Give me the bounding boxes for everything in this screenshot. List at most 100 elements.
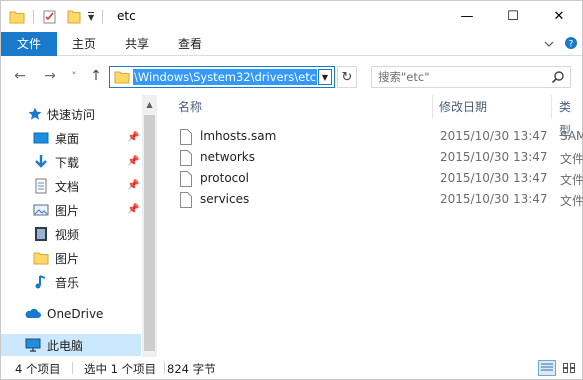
title-bar: ▼ etc — ☐ ✕ xyxy=(1,1,582,32)
folder-icon[interactable] xyxy=(9,10,25,24)
address-bar[interactable]: \Windows\System32\drivers\etc ▼ xyxy=(109,66,335,88)
file-date: 2015/10/30 13:47 xyxy=(440,192,548,206)
details-view-button[interactable] xyxy=(538,360,556,376)
nav-label: 图片 xyxy=(55,251,80,266)
file-name: protocol xyxy=(200,171,249,185)
navigation-bar: ← → ˅ ↑ \Windows\System32\drivers\etc ▼ … xyxy=(1,57,582,95)
close-button[interactable]: ✕ xyxy=(536,1,582,32)
file-row[interactable]: services 2015/10/30 13:47 文件 xyxy=(172,190,583,211)
status-divider xyxy=(72,362,73,374)
pin-icon: 📌 xyxy=(127,156,140,167)
file-date: 2015/10/30 13:47 xyxy=(440,129,548,143)
column-divider[interactable] xyxy=(432,95,433,119)
file-icon xyxy=(180,192,192,208)
properties-icon[interactable] xyxy=(42,9,58,25)
minimize-button[interactable]: — xyxy=(444,1,490,32)
column-header-name[interactable]: 名称 xyxy=(178,95,202,119)
nav-item-downloads[interactable]: 下载 📌 xyxy=(1,151,141,173)
navigation-pane: 快速访问 桌面 📌 下载 📌 文档 📌 图片 📌 视频 图片 音乐 OneDri… xyxy=(1,95,157,357)
nav-label: 下载 xyxy=(55,155,80,170)
pin-icon: 📌 xyxy=(127,180,140,191)
file-list: 名称 修改日期 类型 lmhosts.sam 2015/10/30 13:47 … xyxy=(158,95,583,357)
nav-item-music[interactable]: 音乐 xyxy=(1,271,141,293)
qat-divider xyxy=(33,10,34,24)
file-icon xyxy=(180,150,192,166)
nav-label: 此电脑 xyxy=(47,338,84,353)
window-title: etc xyxy=(117,9,136,23)
nav-item-pictures[interactable]: 图片 📌 xyxy=(1,199,141,221)
forward-button[interactable]: → xyxy=(41,67,59,85)
scroll-up-icon[interactable]: ▲ xyxy=(142,97,157,112)
back-button[interactable]: ← xyxy=(11,67,29,85)
tab-share[interactable]: 共享 xyxy=(111,32,163,56)
explorer-window: ▼ etc — ☐ ✕ 文件 主页 共享 查看 ? ← → ˅ ↑ \Windo… xyxy=(0,0,583,380)
tab-file[interactable]: 文件 xyxy=(1,32,57,56)
details-view-icon xyxy=(541,363,553,371)
search-box[interactable] xyxy=(371,66,571,88)
nav-item-quick-access[interactable]: 快速访问 xyxy=(1,103,141,125)
help-icon[interactable]: ? xyxy=(564,36,578,50)
pin-icon: 📌 xyxy=(127,132,140,143)
tab-home[interactable]: 主页 xyxy=(58,32,110,56)
picture-icon xyxy=(33,204,49,216)
nav-label: 音乐 xyxy=(55,275,80,290)
status-divider xyxy=(164,362,165,374)
search-input[interactable] xyxy=(378,69,543,85)
cloud-icon xyxy=(25,308,41,318)
quick-access-toolbar: ▼ xyxy=(9,7,104,27)
nav-item-videos[interactable]: 视频 xyxy=(1,223,141,245)
nav-item-desktop[interactable]: 桌面 📌 xyxy=(1,127,141,149)
column-header-type[interactable]: 类型 xyxy=(559,95,582,138)
folder-icon xyxy=(33,252,49,265)
document-icon xyxy=(35,178,47,194)
nav-label: 文档 xyxy=(55,179,80,194)
recent-locations-button[interactable]: ˅ xyxy=(65,67,83,85)
new-folder-icon[interactable] xyxy=(66,9,82,25)
svg-text:?: ? xyxy=(569,40,574,50)
nav-item-onedrive[interactable]: OneDrive xyxy=(1,303,141,325)
file-row[interactable]: lmhosts.sam 2015/10/30 13:47 SAM xyxy=(172,127,583,148)
maximize-button[interactable]: ☐ xyxy=(490,1,536,32)
file-icon xyxy=(180,171,192,187)
column-divider[interactable] xyxy=(551,95,552,119)
nav-label: 图片 xyxy=(55,203,80,218)
refresh-button[interactable]: ↻ xyxy=(337,66,357,88)
file-type: 文件 xyxy=(560,173,583,187)
file-name: lmhosts.sam xyxy=(200,129,277,143)
file-type: 文件 xyxy=(560,194,583,208)
file-icon xyxy=(180,129,192,145)
item-count: 4 个项目 xyxy=(15,362,61,376)
nav-item-documents[interactable]: 文档 📌 xyxy=(1,175,141,197)
large-icons-view-icon xyxy=(563,363,575,373)
computer-icon xyxy=(25,338,41,352)
search-icon[interactable] xyxy=(551,70,565,84)
file-type: 文件 xyxy=(560,152,583,166)
file-name: services xyxy=(200,192,250,206)
customize-qat-icon[interactable]: ▼ xyxy=(88,11,95,23)
status-bar: 4 个项目 选中 1 个项目 824 字节 xyxy=(1,357,582,379)
ribbon-tabs: 文件 主页 共享 查看 ? xyxy=(1,32,582,56)
address-path[interactable]: \Windows\System32\drivers\etc xyxy=(133,69,317,85)
folder-icon xyxy=(114,71,130,84)
tab-view[interactable]: 查看 xyxy=(164,32,216,56)
address-dropdown-button[interactable]: ▼ xyxy=(318,69,332,85)
video-icon xyxy=(35,227,47,241)
nav-label: 视频 xyxy=(55,227,80,242)
star-icon xyxy=(28,107,42,120)
file-date: 2015/10/30 13:47 xyxy=(440,171,548,185)
nav-item-this-pc[interactable]: 此电脑 xyxy=(1,334,141,356)
nav-pane-scrollbar[interactable]: ▲ xyxy=(142,95,157,357)
download-icon xyxy=(35,155,47,168)
selection-count: 选中 1 个项目 xyxy=(84,362,157,376)
file-row[interactable]: networks 2015/10/30 13:47 文件 xyxy=(172,148,583,169)
scrollbar-thumb[interactable] xyxy=(144,115,155,351)
large-icons-view-button[interactable] xyxy=(560,360,578,376)
column-header-date[interactable]: 修改日期 xyxy=(439,95,487,119)
file-name: networks xyxy=(200,150,255,164)
up-button[interactable]: ↑ xyxy=(87,67,105,85)
nav-item-folder-pictures[interactable]: 图片 xyxy=(1,247,141,269)
file-row[interactable]: protocol 2015/10/30 13:47 文件 xyxy=(172,169,583,190)
file-type: SAM xyxy=(560,129,583,143)
chevron-down-icon[interactable] xyxy=(544,40,554,48)
qat-divider-2 xyxy=(102,10,104,24)
